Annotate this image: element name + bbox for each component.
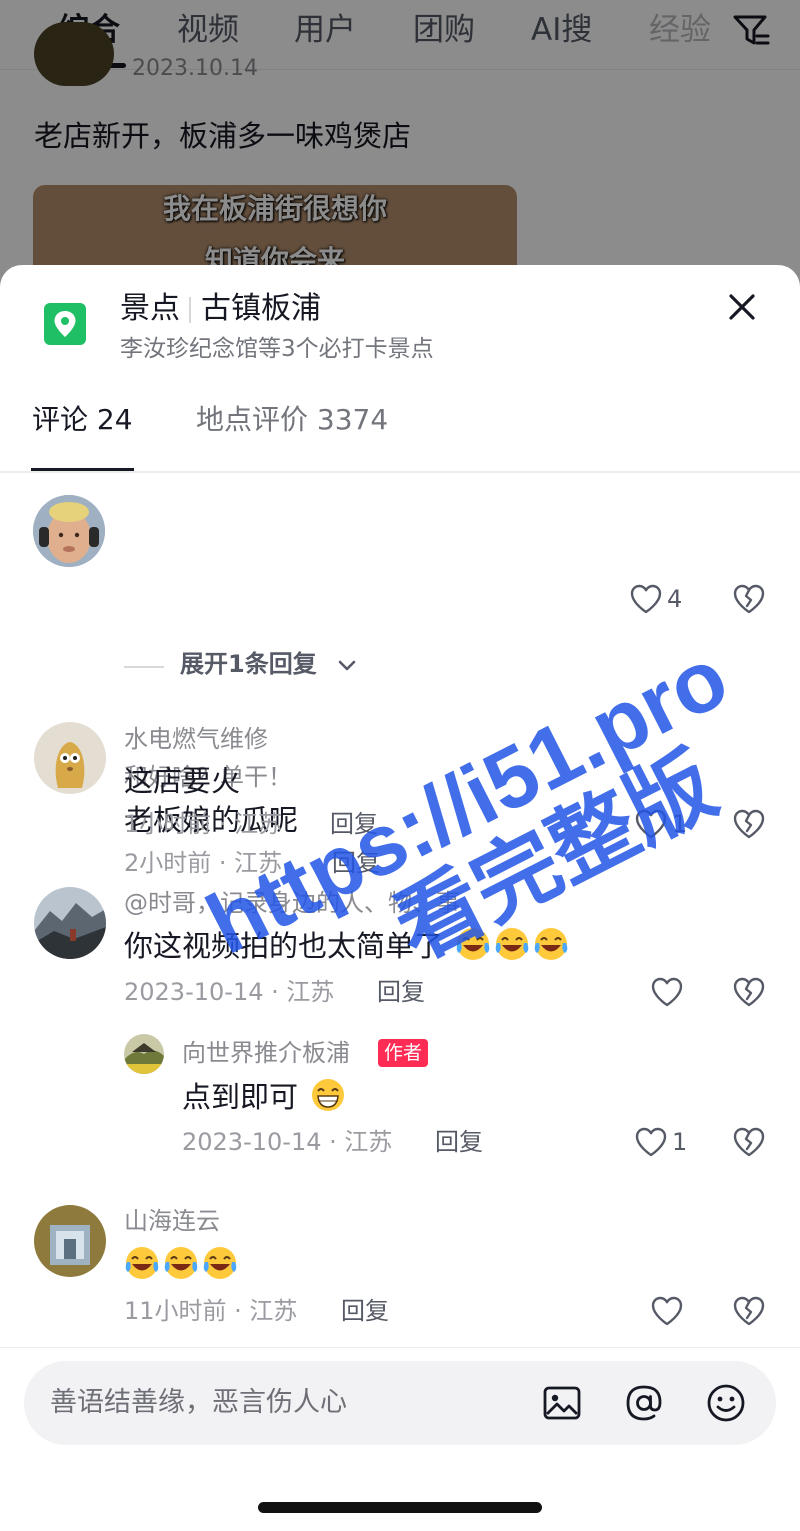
laugh-cry-emoji <box>494 926 530 962</box>
comment-input[interactable]: 善语结善缘，恶言伤人心 <box>50 1385 347 1421</box>
image-icon[interactable] <box>540 1381 584 1425</box>
heart-icon[interactable] <box>650 1295 684 1327</box>
comment-meta: 2023-10-14 · 江苏 <box>124 978 335 1006</box>
poi-name[interactable]: 古镇板浦 <box>201 289 321 329</box>
reply-button[interactable]: 回复 <box>332 847 380 879</box>
laugh-cry-emoji <box>202 1245 238 1281</box>
comment-emoji-row <box>124 1245 238 1285</box>
author-badge: 作者 <box>378 1039 429 1067</box>
comment-meta: 11小时前 · 江苏 <box>124 1297 298 1325</box>
comment-meta: 1小时前 · 江苏 <box>124 810 283 838</box>
avatar[interactable] <box>34 722 106 794</box>
like-count: 4 <box>667 585 683 613</box>
reply-username[interactable]: 向世界推介板浦 <box>182 1037 350 1069</box>
grin-emoji <box>310 1077 346 1113</box>
reply-text: 点到即可 <box>182 1080 299 1114</box>
comment-input-bar: 善语结善缘，恶言伤人心 <box>24 1361 776 1445</box>
reply-button[interactable]: 回复 <box>435 1126 483 1158</box>
expand-replies-label: 展开1条回复 <box>180 650 317 678</box>
poi-subtitle[interactable]: 李汝珍纪念馆等3个必打卡景点 <box>120 334 434 364</box>
comment-text-row: 你这视频拍的也太简单了 <box>124 926 569 966</box>
home-indicator <box>258 1502 542 1513</box>
comment-username[interactable]: 山海连云 <box>124 1205 220 1237</box>
reply-button[interactable]: 回复 <box>341 1295 389 1327</box>
expand-divider <box>124 666 164 668</box>
broken-heart-icon[interactable] <box>732 583 766 615</box>
comment-username[interactable]: @时哥，记录身边的人、物、事 <box>124 887 460 919</box>
location-pin-icon <box>44 303 86 345</box>
heart-icon[interactable] <box>629 583 663 615</box>
broken-heart-icon[interactable] <box>732 976 766 1008</box>
tab-comments[interactable]: 评论 24 <box>32 401 133 439</box>
comment-meta: 2小时前 · 江苏 <box>124 849 283 877</box>
at-icon[interactable] <box>622 1381 666 1425</box>
broken-heart-icon[interactable] <box>732 808 766 840</box>
chevron-down-icon <box>336 655 358 677</box>
avatar[interactable] <box>124 1034 164 1074</box>
smile-icon[interactable] <box>704 1381 748 1425</box>
heart-icon[interactable] <box>634 1126 668 1158</box>
laugh-cry-emoji <box>455 926 491 962</box>
like-count: 1 <box>672 1128 688 1156</box>
input-divider <box>0 1347 800 1348</box>
reply-meta: 2023-10-14 · 江苏 <box>182 1128 393 1156</box>
avatar[interactable] <box>34 1205 106 1277</box>
heart-icon[interactable] <box>650 976 684 1008</box>
comment-username[interactable]: 水电燃气维修 <box>124 723 268 755</box>
avatar[interactable] <box>34 887 106 959</box>
divider <box>0 471 800 473</box>
close-icon[interactable] <box>722 287 762 327</box>
expand-replies-button[interactable]: 展开1条回复 <box>124 645 424 685</box>
laugh-cry-emoji <box>124 1245 160 1281</box>
tab-place-reviews[interactable]: 地点评价 3374 <box>196 401 388 439</box>
avatar[interactable] <box>33 495 105 567</box>
like-count: 1 <box>672 810 688 838</box>
reply-button[interactable]: 回复 <box>330 808 378 840</box>
poi-category: 景点 <box>120 291 180 326</box>
poi-separator <box>189 297 191 323</box>
broken-heart-icon[interactable] <box>732 1295 766 1327</box>
laugh-cry-emoji <box>533 926 569 962</box>
heart-icon[interactable] <box>634 808 668 840</box>
laugh-cry-emoji <box>163 1245 199 1281</box>
comment-text: 这店要火 <box>124 764 241 798</box>
broken-heart-icon[interactable] <box>732 1126 766 1158</box>
reply-text-row: 点到即可 <box>182 1077 346 1117</box>
comment-text: 你这视频拍的也太简单了 <box>124 929 444 963</box>
location-comments-sheet: 景点 古镇板浦 李汝珍纪念馆等3个必打卡景点 评论 24 地点评价 3374 和… <box>0 265 800 1531</box>
reply-button[interactable]: 回复 <box>377 976 425 1008</box>
